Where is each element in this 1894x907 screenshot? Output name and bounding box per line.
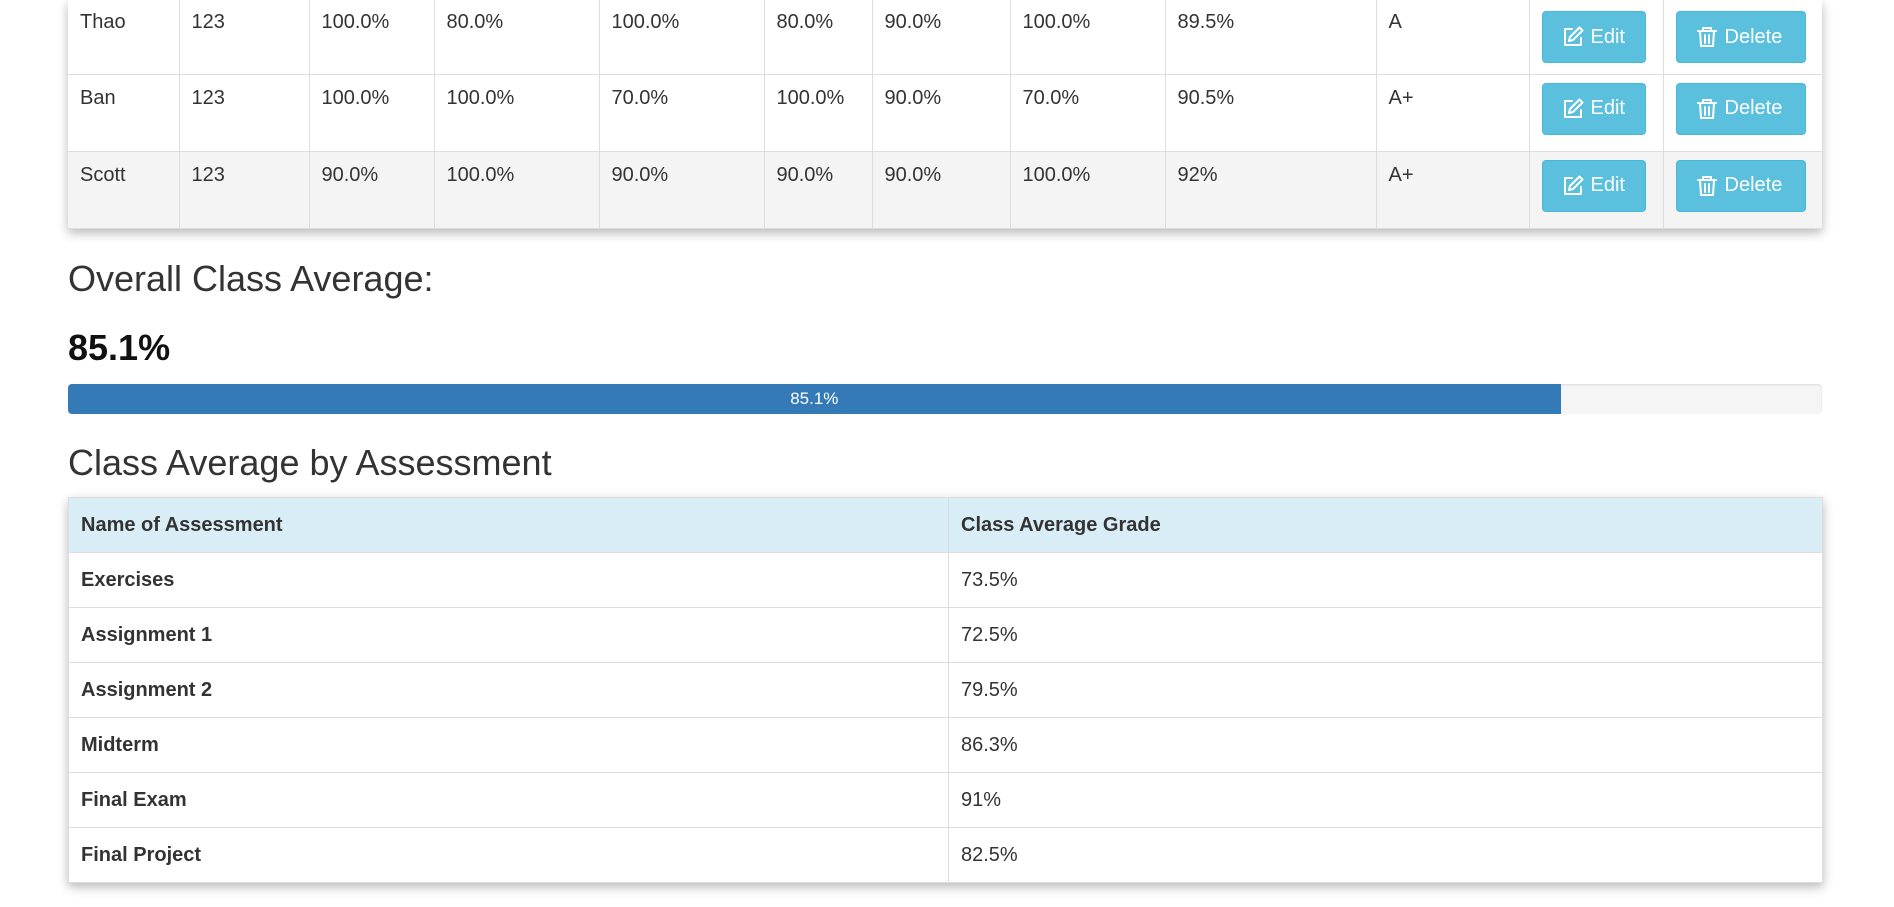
overall-progress-bar: 85.1%: [68, 384, 1561, 414]
delete-button[interactable]: Delete: [1675, 82, 1806, 135]
edit-icon: [1563, 98, 1583, 118]
delete-label: Delete: [1724, 97, 1783, 119]
edit-label: Edit: [1590, 25, 1625, 48]
edit-cell: Edit: [1529, 0, 1664, 75]
column-header-assessment: Name of Assessment: [68, 497, 949, 553]
assessment-grade: 86.3%: [948, 717, 1823, 773]
edit-cell: Edit: [1529, 74, 1664, 152]
table-cell-avg: 92%: [1165, 151, 1377, 229]
table-cell-letter: A+: [1376, 151, 1530, 229]
edit-label: Edit: [1590, 174, 1625, 196]
edit-icon: [1563, 175, 1583, 195]
edit-icon: [1563, 26, 1583, 46]
table-cell-c1: 100.0%: [309, 0, 435, 75]
assessment-name: Assignment 2: [68, 662, 949, 718]
table-cell-letter: A: [1376, 0, 1530, 75]
assessment-grade: 72.5%: [948, 607, 1823, 663]
table-cell-c6: 100.0%: [1010, 151, 1166, 229]
delete-button[interactable]: Delete: [1675, 159, 1806, 212]
table-cell-c2: 80.0%: [434, 0, 600, 75]
delete-label: Delete: [1724, 25, 1783, 48]
trash-icon: [1696, 98, 1717, 119]
assessment-grade: 79.5%: [948, 662, 1823, 718]
table-cell-name: Thao: [68, 0, 180, 75]
table-cell-c2: 100.0%: [434, 151, 600, 229]
page-content: Thao 123 100.0% 80.0% 100.0% 80.0% 90.0% 100.0%…: [68, 0, 1823, 883]
delete-button[interactable]: Delete: [1675, 11, 1806, 63]
assessment-grade: 82.5%: [948, 827, 1823, 883]
trash-icon: [1696, 27, 1717, 47]
assessment-name: Final Exam: [68, 772, 949, 828]
students-table: Thao 123 100.0% 80.0% 100.0% 80.0% 90.0% 100.0%…: [68, 0, 1822, 229]
assessment-name: Assignment 1: [68, 607, 949, 663]
assessment-row: Exercises 73.5%: [68, 552, 1823, 608]
edit-cell: Edit: [1529, 151, 1664, 229]
table-cell-c4: 90.0%: [764, 151, 873, 229]
assessment-grade: 73.5%: [948, 552, 1823, 608]
table-cell-c6: 70.0%: [1010, 74, 1166, 152]
table-row: Scott 123 90.0% 100.0% 90.0% 90.0% 90.0% 100.0%…: [68, 151, 1822, 229]
table-row: Ban 123 100.0% 100.0% 70.0% 100.0% 90.0% 70.0% 9…: [68, 74, 1822, 152]
assessment-table: Name of Assessment Class Average Grade E…: [68, 497, 1823, 883]
assessment-row: Final Project 82.5%: [68, 827, 1823, 883]
overall-average-title: Overall Class Average:: [68, 258, 434, 299]
table-cell-c3: 90.0%: [599, 151, 765, 229]
table-cell-avg: 90.5%: [1165, 74, 1377, 152]
assessment-name: Final Project: [68, 827, 949, 883]
table-cell-c4: 100.0%: [764, 74, 873, 152]
table-cell-letter: A+: [1376, 74, 1530, 152]
column-header-average: Class Average Grade: [948, 497, 1823, 553]
table-cell-c5: 90.0%: [872, 74, 1011, 152]
overall-progress: 85.1%: [68, 384, 1822, 414]
table-cell-id: 123: [179, 74, 310, 152]
delete-cell: Delete: [1663, 74, 1822, 152]
edit-button[interactable]: Edit: [1541, 82, 1646, 135]
assessment-name: Exercises: [68, 552, 949, 608]
table-cell-c3: 100.0%: [599, 0, 765, 75]
assessment-name: Midterm: [68, 717, 949, 773]
table-cell-c1: 100.0%: [309, 74, 435, 152]
table-cell-name: Scott: [68, 151, 180, 229]
assessment-row: Final Exam 91%: [68, 772, 1823, 828]
assessment-grade: 91%: [948, 772, 1823, 828]
edit-button[interactable]: Edit: [1541, 11, 1646, 63]
table-row: Thao 123 100.0% 80.0% 100.0% 80.0% 90.0% 100.0%…: [68, 0, 1822, 75]
delete-label: Delete: [1724, 174, 1783, 196]
table-cell-c2: 100.0%: [434, 74, 600, 152]
table-cell-name: Ban: [68, 74, 180, 152]
table-cell-c6: 100.0%: [1010, 0, 1166, 75]
assessment-row: Midterm 86.3%: [68, 717, 1823, 773]
assessment-row: Assignment 1 72.5%: [68, 607, 1823, 663]
delete-cell: Delete: [1663, 151, 1822, 229]
overall-average-value: 85.1%: [68, 327, 171, 368]
table-cell-c3: 70.0%: [599, 74, 765, 152]
assessment-section-title: Class Average by Assessment: [68, 442, 552, 483]
table-cell-c5: 90.0%: [872, 151, 1011, 229]
assessment-row: Assignment 2 79.5%: [68, 662, 1823, 718]
table-cell-avg: 89.5%: [1165, 0, 1377, 75]
table-cell-c5: 90.0%: [872, 0, 1011, 75]
delete-cell: Delete: [1663, 0, 1822, 75]
table-cell-c1: 90.0%: [309, 151, 435, 229]
edit-button[interactable]: Edit: [1541, 159, 1646, 212]
table-cell-id: 123: [179, 0, 310, 75]
edit-label: Edit: [1590, 97, 1625, 119]
table-cell-id: 123: [179, 151, 310, 229]
trash-icon: [1696, 175, 1717, 196]
assessment-header-row: Name of Assessment Class Average Grade: [68, 497, 1823, 553]
table-cell-c4: 80.0%: [764, 0, 873, 75]
